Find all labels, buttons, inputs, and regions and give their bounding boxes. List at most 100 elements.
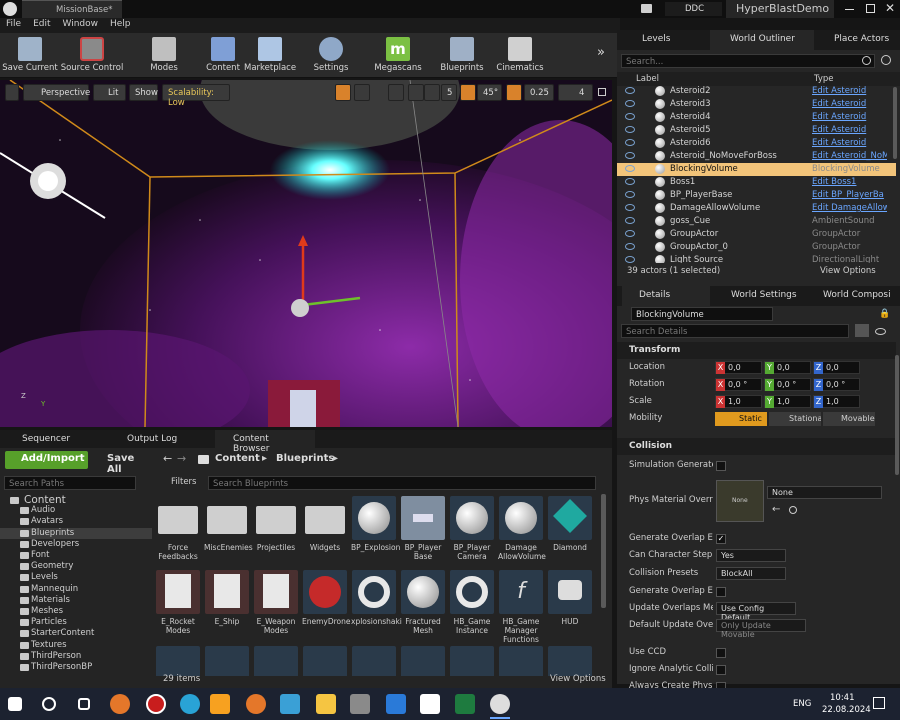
scale-x[interactable]: X 1,0 (715, 395, 762, 408)
asset-tile[interactable]: f HB_Game Manager Functions (498, 570, 544, 644)
language-indicator[interactable]: ENG (793, 699, 811, 709)
tab-place-actors[interactable]: Place Actors (814, 30, 900, 50)
folder-tree-item[interactable]: Content (0, 494, 152, 506)
folder-tree-item[interactable]: Geometry (0, 561, 152, 572)
transform-section[interactable]: Transform (617, 342, 896, 359)
location-y[interactable]: Y 0,0 (764, 361, 811, 374)
unreal-engine-icon[interactable] (490, 694, 510, 714)
asset-tile[interactable]: xplosionshaki (351, 570, 402, 626)
search-blueprints-input[interactable]: Search Blueprints (208, 476, 596, 490)
outliner-row[interactable]: GroupActor GroupActor (617, 228, 896, 241)
outliner-row-type[interactable]: Edit Asteroid (812, 125, 887, 135)
visibility-eye-icon[interactable] (625, 256, 635, 263)
camera-speed-button[interactable]: 4 (558, 84, 593, 101)
level-viewport[interactable]: Z Y (0, 80, 612, 427)
folder-tree-item[interactable]: Audio (0, 505, 152, 516)
vscode-icon[interactable] (386, 694, 406, 714)
blender-icon[interactable] (110, 694, 130, 714)
col-type-header[interactable]: Type (814, 74, 834, 84)
rotate-icon[interactable] (354, 84, 370, 101)
scale-snap-value[interactable]: 0.25 (524, 84, 554, 101)
actor-name-input[interactable]: BlockingVolume (631, 307, 773, 321)
visibility-eye-icon[interactable] (625, 139, 635, 146)
krita-icon[interactable] (280, 694, 300, 714)
asset-tile[interactable]: BP_Player Camera (449, 496, 495, 561)
default-update-dropdown[interactable]: Only Update Movable (716, 619, 806, 639)
forward-arrow-icon[interactable]: → (177, 452, 186, 465)
presets-dropdown[interactable]: BlockAll (716, 567, 786, 580)
asset-tile[interactable]: BP_Player Base (400, 496, 446, 561)
visibility-eye-icon[interactable] (625, 204, 635, 211)
tab-output-log[interactable]: Output Log (110, 430, 210, 448)
outliner-search-input[interactable]: Search... (621, 54, 875, 68)
asset-tile[interactable]: BP_Explosion (351, 496, 400, 552)
folder-tree-item[interactable]: Avatars (0, 516, 152, 527)
folder-tree-item[interactable]: Mannequin (0, 584, 152, 595)
search-icon[interactable] (42, 697, 56, 711)
outliner-row[interactable]: Asteroid6 Edit Asteroid (617, 137, 896, 150)
rotation-x[interactable]: X 0,0 ° (715, 378, 762, 391)
perspective-button[interactable]: Perspective (23, 84, 90, 101)
mobility-stationary[interactable]: Stationary (769, 412, 821, 426)
mobility-movable[interactable]: Movable (823, 412, 875, 426)
visibility-eye-icon[interactable] (625, 152, 635, 159)
phys-mat-dropdown[interactable]: None (767, 486, 882, 499)
angle-snap-value[interactable]: 45° (477, 84, 502, 101)
scalability-button[interactable]: Scalability: Low (162, 84, 230, 108)
tab-details[interactable]: Details (622, 286, 710, 306)
asset-tile[interactable]: Diamond (547, 496, 593, 552)
details-scrollbar[interactable] (895, 355, 899, 475)
asset-tile[interactable]: EnemyDrone (302, 570, 351, 626)
tab-content-browser[interactable]: Content Browser (215, 430, 315, 454)
clock-time[interactable]: 10:41 (830, 693, 855, 703)
minimize-button[interactable] (845, 9, 854, 10)
folder-tree-item[interactable]: ThirdPerson (0, 651, 152, 662)
outliner-row-type[interactable]: Edit Asteroid_NoM (812, 151, 887, 161)
visibility-eye-icon[interactable] (625, 126, 635, 133)
asset-tile[interactable]: Force Feedbacks (155, 496, 201, 561)
asset-tile[interactable]: E_Ship (204, 570, 250, 626)
folder-tree-item[interactable]: Blueprints (0, 527, 152, 539)
outliner-row[interactable]: goss_Cue AmbientSound (617, 215, 896, 228)
app-icon[interactable] (350, 694, 370, 714)
location-z[interactable]: Z 0,0 (813, 361, 860, 374)
property-matrix-icon[interactable] (855, 324, 869, 337)
sim-hit-checkbox[interactable] (716, 461, 726, 471)
visibility-eye-icon[interactable] (625, 230, 635, 237)
asset-tile[interactable]: E_Rocket Modes (155, 570, 201, 635)
rotation-y[interactable]: Y 0,0 ° (764, 378, 811, 391)
asset-tile[interactable] (302, 646, 348, 676)
outliner-row[interactable]: Asteroid5 Edit Asteroid (617, 124, 896, 137)
scale-y[interactable]: Y 1,0 (764, 395, 811, 408)
scale-snap-icon[interactable] (506, 84, 522, 101)
path-blueprints[interactable]: Blueprints (276, 453, 334, 464)
back-arrow-icon[interactable]: ← (163, 452, 172, 465)
angle-snap-icon[interactable] (460, 84, 476, 101)
source-control-button[interactable]: Source Control (60, 33, 124, 78)
use-ccd-checkbox[interactable] (716, 648, 726, 658)
folder-tree-item[interactable]: Materials (0, 595, 152, 606)
translate-icon[interactable] (335, 84, 351, 101)
task-view-icon[interactable] (78, 698, 90, 710)
step-up-dropdown[interactable]: Yes (716, 549, 786, 562)
asset-scrollbar[interactable] (601, 494, 606, 608)
menu-help[interactable]: Help (104, 18, 137, 29)
asset-tile[interactable] (498, 646, 544, 676)
save-current-button[interactable]: Save Current (2, 33, 58, 78)
notification-icon[interactable] (641, 4, 652, 13)
visibility-eye-icon[interactable] (625, 87, 635, 94)
asset-tile[interactable] (351, 646, 397, 676)
outliner-row-type[interactable]: Edit Asteroid (812, 138, 887, 148)
save-all-button[interactable]: Save All (92, 451, 150, 475)
phys-mat-thumbnail[interactable]: None (716, 480, 764, 522)
outliner-scrollbar[interactable] (893, 87, 897, 159)
outliner-row[interactable]: Asteroid_NoMoveForBoss Edit Asteroid_NoM (617, 150, 896, 163)
outliner-row-type[interactable]: Edit Asteroid (812, 112, 887, 122)
folder-tree-item[interactable]: Meshes (0, 606, 152, 617)
outliner-row-type[interactable]: Edit Boss1 (812, 177, 887, 187)
outliner-row-type[interactable]: Edit BP_PlayerBa (812, 190, 887, 200)
ignore-analytic-checkbox[interactable] (716, 665, 726, 675)
megascans-button[interactable]: m Megascans (372, 33, 424, 78)
lock-icon[interactable]: 🔒 (879, 309, 890, 319)
gen-overlap2-checkbox[interactable] (716, 587, 726, 597)
